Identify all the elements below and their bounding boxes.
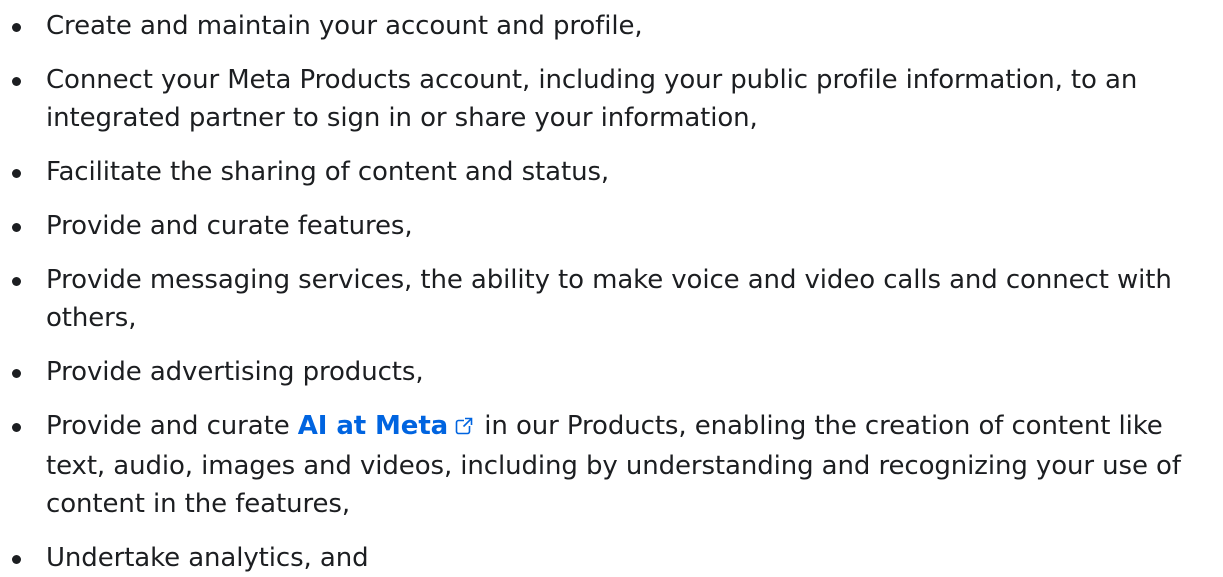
- list-item: Connect your Meta Products account, incl…: [0, 61, 1223, 137]
- list-item-text: Provide messaging services, the ability …: [46, 265, 1172, 333]
- list-item-text: Create and maintain your account and pro…: [46, 11, 643, 41]
- list-item-text-before-link: Provide and curate: [46, 411, 298, 441]
- bullet-dot-icon: [12, 169, 21, 178]
- ai-at-meta-link[interactable]: AI at Meta: [298, 411, 476, 441]
- bullet-dot-icon: [12, 23, 21, 32]
- bullet-dot-icon: [12, 555, 21, 564]
- external-link-icon[interactable]: [454, 409, 474, 447]
- list-item: Provide and curate AI at Meta in our Pro…: [0, 407, 1223, 523]
- list-item-text: Facilitate the sharing of content and st…: [46, 157, 610, 187]
- list-item-text: Provide advertising products,: [46, 357, 424, 387]
- bullet-dot-icon: [12, 223, 21, 232]
- list-item: Facilitate the sharing of content and st…: [0, 153, 1223, 191]
- list-item: Undertake analytics, and: [0, 539, 1223, 577]
- ai-at-meta-link-label[interactable]: AI at Meta: [298, 411, 448, 441]
- list-item-text: Connect your Meta Products account, incl…: [46, 65, 1138, 133]
- bullet-dot-icon: [12, 77, 21, 86]
- list-item: Create and maintain your account and pro…: [0, 7, 1223, 45]
- list-item-text: Provide and curate features,: [46, 211, 413, 241]
- list-item-text: Undertake analytics, and: [46, 543, 369, 573]
- bullet-list: Create and maintain your account and pro…: [0, 7, 1223, 577]
- bullet-dot-icon: [12, 277, 21, 286]
- list-item: Provide advertising products,: [0, 353, 1223, 391]
- list-item: Provide and curate features,: [0, 207, 1223, 245]
- bullet-dot-icon: [12, 369, 21, 378]
- list-item: Provide messaging services, the ability …: [0, 261, 1223, 337]
- bullet-dot-icon: [12, 423, 21, 432]
